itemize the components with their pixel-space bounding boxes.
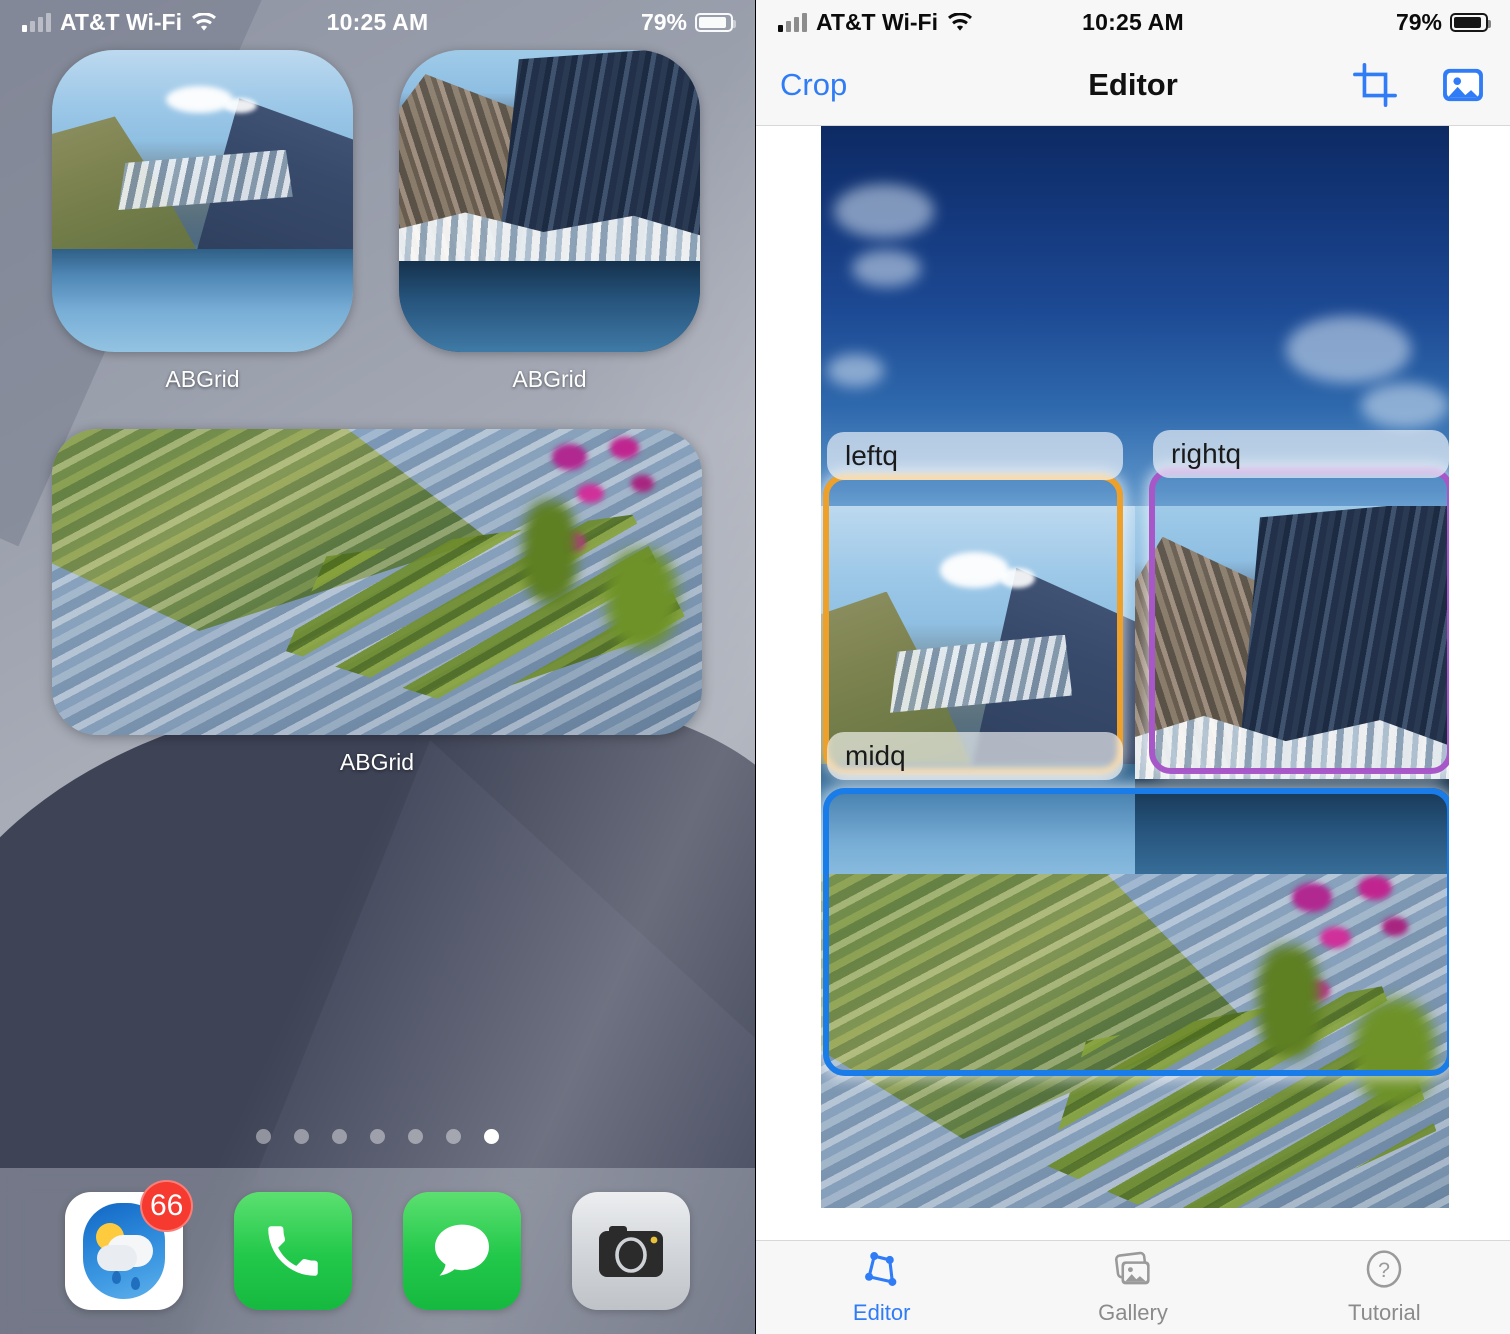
wifi-icon (947, 12, 973, 32)
status-right-group: 79% (491, 8, 736, 36)
page-dot[interactable] (332, 1129, 347, 1144)
page-dot[interactable] (370, 1129, 385, 1144)
gallery-photos-icon (1110, 1249, 1156, 1294)
annotation-box-leftq[interactable] (823, 474, 1123, 774)
clock-label: 10:25 AM (1082, 8, 1184, 35)
abgrid-widget-moss[interactable] (52, 429, 702, 735)
annotation-box-blue[interactable] (823, 788, 1449, 1076)
status-right-group: 79% (1247, 8, 1491, 36)
tab-label: Tutorial (1348, 1300, 1421, 1325)
editor-canvas[interactable]: leftq rightq midq (756, 126, 1510, 1208)
page-dot-active[interactable] (484, 1129, 499, 1144)
photo-picker-icon[interactable] (1440, 62, 1486, 108)
app-label: ABGrid (165, 366, 240, 392)
crop-icon[interactable] (1352, 62, 1398, 108)
battery-icon (695, 12, 736, 32)
clock-label: 10:25 AM (326, 8, 429, 35)
tab-label: Editor (852, 1300, 911, 1325)
editor-app-screen: AT&T Wi-Fi 10:25 AM 79% Crop Editor left… (755, 0, 1510, 1334)
carrier-label: AT&T Wi-Fi (816, 8, 938, 35)
battery-icon (1450, 12, 1491, 32)
cellular-signal-icon (22, 12, 51, 32)
tab-editor[interactable]: Editor (756, 1249, 1007, 1326)
editor-tabbar: Editor Gallery ? Tutorial (756, 1240, 1510, 1334)
editor-navbar: Crop Editor (756, 44, 1510, 126)
polygon-editor-icon (860, 1249, 904, 1294)
page-dot[interactable] (294, 1129, 309, 1144)
annotation-box-rightq[interactable] (1149, 468, 1449, 774)
editor-status-bar: AT&T Wi-Fi 10:25 AM 79% (756, 0, 1510, 44)
status-left-group: AT&T Wi-Fi (22, 9, 264, 36)
weather-app-icon[interactable]: 66 (65, 1180, 194, 1310)
cellular-signal-icon (778, 12, 807, 32)
ios-home-screen: AT&T Wi-Fi 10:25 AM 79% ABGrid ABGrid AB… (0, 0, 755, 1334)
abgrid-app-icon-lake[interactable] (52, 50, 353, 352)
page-dot[interactable] (256, 1129, 271, 1144)
navbar-actions (1352, 62, 1486, 108)
page-dot[interactable] (408, 1129, 423, 1144)
home-icon-row-1: ABGrid ABGrid (0, 50, 755, 393)
notification-badge: 66 (140, 1180, 194, 1232)
status-left-group: AT&T Wi-Fi (778, 9, 1019, 36)
tab-label: Gallery (1098, 1300, 1168, 1325)
app-abgrid-1[interactable]: ABGrid (52, 50, 353, 393)
editor-photo[interactable]: leftq rightq midq (821, 126, 1449, 1208)
battery-percent-label: 79% (640, 8, 687, 35)
phone-app-icon[interactable] (234, 1192, 353, 1310)
tab-gallery[interactable]: Gallery (1007, 1249, 1258, 1326)
home-status-bar: AT&T Wi-Fi 10:25 AM 79% (0, 0, 755, 44)
annotation-label-leftq[interactable]: leftq (827, 432, 1123, 480)
wifi-icon (191, 12, 217, 32)
app-abgrid-2[interactable]: ABGrid (399, 50, 700, 393)
app-label: ABGrid (512, 366, 587, 392)
tab-tutorial[interactable]: ? Tutorial (1259, 1249, 1510, 1326)
svg-text:?: ? (1378, 1258, 1390, 1282)
camera-app-icon[interactable] (571, 1192, 690, 1310)
page-dot[interactable] (446, 1129, 461, 1144)
annotation-label-midq[interactable]: midq (827, 732, 1123, 780)
home-icon-row-2: ABGrid (0, 429, 755, 776)
home-icon-grid: ABGrid ABGrid ABGrid (0, 50, 755, 776)
question-circle-icon: ? (1363, 1249, 1405, 1294)
carrier-label: AT&T Wi-Fi (60, 8, 182, 35)
abgrid-app-icon-rock[interactable] (399, 50, 700, 352)
messages-app-icon[interactable] (402, 1192, 521, 1310)
home-dock: 66 (0, 1168, 755, 1334)
page-indicator-dots[interactable] (0, 1129, 755, 1144)
crop-button[interactable]: Crop (780, 67, 847, 103)
app-label: ABGrid (339, 749, 415, 775)
annotation-label-rightq[interactable]: rightq (1153, 430, 1449, 478)
app-abgrid-3[interactable]: ABGrid (52, 429, 702, 776)
battery-percent-label: 79% (1395, 8, 1442, 35)
